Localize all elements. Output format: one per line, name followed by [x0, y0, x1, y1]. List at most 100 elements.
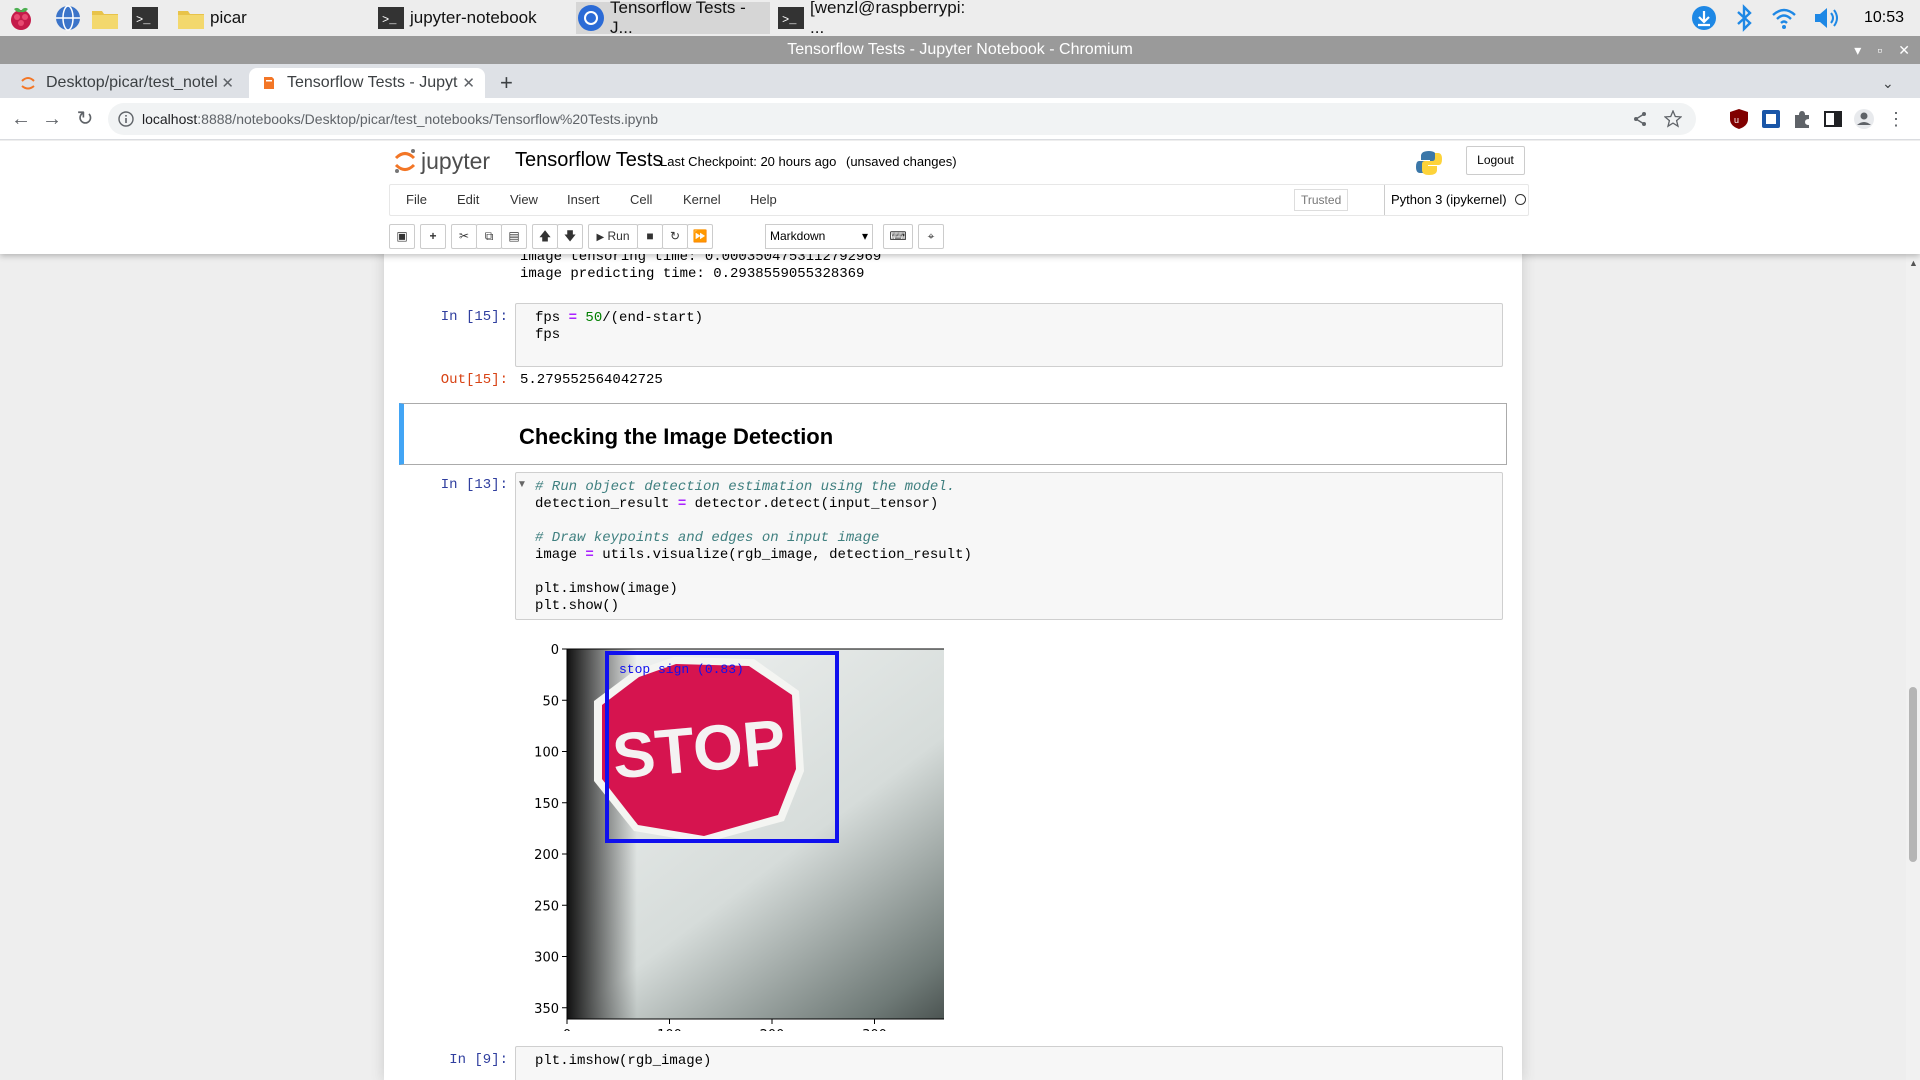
menu-insert[interactable]: Insert: [567, 185, 600, 215]
reload-icon[interactable]: ↻: [73, 107, 97, 131]
code-cell-input[interactable]: fps = 50/(end-start) fps: [515, 303, 1503, 367]
tab-close-icon[interactable]: ✕: [462, 74, 475, 92]
wifi-icon[interactable]: [1770, 4, 1798, 32]
url-path: :8888/notebooks/Desktop/picar/test_noteb…: [197, 111, 658, 127]
maximize-icon[interactable]: ▫: [1877, 36, 1882, 64]
taskbar-task-terminal[interactable]: >_ [wenzl@raspberrypi: ...: [776, 0, 976, 37]
bluetooth-icon[interactable]: [1732, 4, 1756, 32]
menu-kernel[interactable]: Kernel: [683, 185, 721, 215]
terminal-icon: >_: [378, 7, 404, 29]
save-button[interactable]: ▣: [389, 224, 415, 249]
x-axis: 0100200300400: [563, 1019, 887, 1031]
kernel-name: Python 3 (ipykernel): [1391, 192, 1507, 207]
page-scrollbar[interactable]: ▲: [1906, 141, 1920, 1080]
interrupt-button[interactable]: ■: [637, 224, 663, 249]
copy-button[interactable]: ⧉: [476, 224, 502, 249]
code-cell-input[interactable]: ▼ # Run object detection estimation usin…: [515, 472, 1503, 620]
cell-type-select[interactable]: Markdown: [765, 224, 873, 249]
address-bar[interactable]: localhost:8888/notebooks/Desktop/picar/t…: [108, 103, 1696, 135]
settings-button[interactable]: ⌖: [918, 224, 944, 249]
cut-button[interactable]: ✂: [451, 224, 477, 249]
menu-cell[interactable]: Cell: [630, 185, 652, 215]
python-logo-icon: [1416, 151, 1442, 175]
code-line: plt.imshow(image): [535, 581, 678, 597]
jupyter-logo[interactable]: jupyter: [393, 147, 490, 175]
extension-icon[interactable]: [1760, 108, 1782, 130]
move-up-button[interactable]: 🡅: [532, 224, 558, 249]
ublock-extension-icon[interactable]: u: [1728, 108, 1750, 130]
url-host: localhost: [142, 111, 198, 127]
system-tray: 10:53: [1690, 0, 1904, 36]
browser-menu-icon[interactable]: ⋮: [1884, 107, 1908, 131]
side-panel-icon[interactable]: [1822, 108, 1844, 130]
restart-run-all-button[interactable]: ⏩: [687, 224, 713, 249]
keyboard-icon: ⌨: [889, 229, 907, 243]
back-icon[interactable]: ←: [9, 107, 33, 131]
info-icon[interactable]: [118, 111, 134, 127]
copy-icon: ⧉: [484, 229, 494, 243]
jupyter-header: jupyter Tensorflow Tests Last Checkpoint…: [0, 141, 1920, 254]
tab-search-button[interactable]: ⌄: [1876, 68, 1906, 98]
markdown-cell-selected[interactable]: Checking the Image Detection: [399, 403, 1507, 465]
close-icon[interactable]: ✕: [1898, 36, 1910, 64]
terminal-launcher-icon[interactable]: >_: [130, 3, 160, 33]
trusted-indicator[interactable]: Trusted: [1294, 189, 1349, 211]
menu-edit[interactable]: Edit: [457, 185, 479, 215]
fast-forward-icon: ⏩: [692, 229, 708, 243]
menu-file[interactable]: File: [406, 185, 427, 215]
menu-view[interactable]: View: [510, 185, 538, 215]
restart-button[interactable]: ↻: [662, 224, 688, 249]
command-palette-button[interactable]: ⌨: [883, 224, 913, 249]
scrollbar-thumb[interactable]: [1909, 687, 1917, 862]
output-prompt: Out[15]:: [440, 372, 508, 388]
checkpoint-status: Last Checkpoint: 20 hours ago: [660, 154, 837, 169]
browser-tab-tensorflow-tests[interactable]: Tensorflow Tests - Jupyt ✕: [249, 68, 485, 98]
browser-launcher-icon[interactable]: [53, 3, 83, 33]
insert-cell-button[interactable]: +: [420, 224, 446, 249]
share-icon[interactable]: [1632, 111, 1648, 127]
taskbar-task-label: picar: [210, 8, 247, 27]
minimize-icon[interactable]: ▾: [1854, 36, 1861, 64]
taskbar-task-label: Tensorflow Tests - J...: [610, 0, 746, 37]
logout-button[interactable]: Logout: [1466, 146, 1525, 175]
chevron-down-icon: ⌄: [1882, 74, 1894, 91]
browser-tab-strip: Desktop/picar/test_notel ✕ Tensorflow Te…: [0, 64, 1920, 98]
scissors-icon: ✂: [458, 229, 470, 243]
new-tab-button[interactable]: +: [496, 68, 526, 98]
forward-icon[interactable]: →: [40, 107, 64, 131]
profile-avatar-icon[interactable]: [1853, 108, 1875, 130]
taskbar-task-picar[interactable]: picar: [176, 2, 370, 34]
run-label: Run: [607, 229, 630, 243]
move-down-button[interactable]: 🡇: [557, 224, 583, 249]
browser-tab-desktop[interactable]: Desktop/picar/test_notel ✕: [8, 68, 244, 98]
tab-close-icon[interactable]: ✕: [221, 74, 234, 92]
code-cell-input[interactable]: plt.imshow(rgb_image): [515, 1046, 1503, 1080]
x-tick-label: 0: [563, 1028, 571, 1031]
download-icon[interactable]: [1690, 4, 1718, 32]
scroll-up-icon[interactable]: ▲: [1909, 258, 1918, 268]
kernel-indicator[interactable]: Python 3 (ipykernel): [1384, 185, 1526, 215]
fold-arrow-icon[interactable]: ▼: [517, 479, 527, 490]
paste-button[interactable]: ▤: [501, 224, 527, 249]
clock[interactable]: 10:53: [1864, 9, 1904, 27]
notebook-name[interactable]: Tensorflow Tests: [515, 149, 662, 172]
taskbar-task-label: jupyter-notebook: [410, 8, 537, 27]
output-value: 5.279552564042725: [520, 372, 663, 388]
menu-help[interactable]: Help: [750, 185, 777, 215]
file-manager-icon[interactable]: [90, 3, 120, 33]
arrow-up-icon: 🡅: [538, 229, 552, 243]
bookmark-star-icon[interactable]: [1664, 110, 1682, 128]
puzzle-extensions-icon[interactable]: [1791, 108, 1813, 130]
run-button[interactable]: ▶ Run: [588, 224, 638, 249]
input-prompt: In [9]:: [449, 1052, 508, 1068]
taskbar-task-jupyter-notebook[interactable]: >_ jupyter-notebook: [376, 2, 570, 34]
play-icon: ▶: [596, 232, 605, 243]
y-tick-label: 200: [534, 848, 559, 863]
page-viewport: image tensoring time: 0.0003504753112792…: [0, 141, 1920, 1080]
taskbar-task-chromium[interactable]: Tensorflow Tests - J...: [576, 0, 770, 37]
raspberry-menu-icon[interactable]: [6, 3, 36, 33]
taskbar-task-label: [wenzl@raspberrypi: ...: [810, 0, 966, 37]
plot-image: STOP stop sign (0.83): [567, 649, 944, 1019]
notebook-favicon-icon: [264, 77, 274, 89]
volume-icon[interactable]: [1812, 4, 1842, 32]
